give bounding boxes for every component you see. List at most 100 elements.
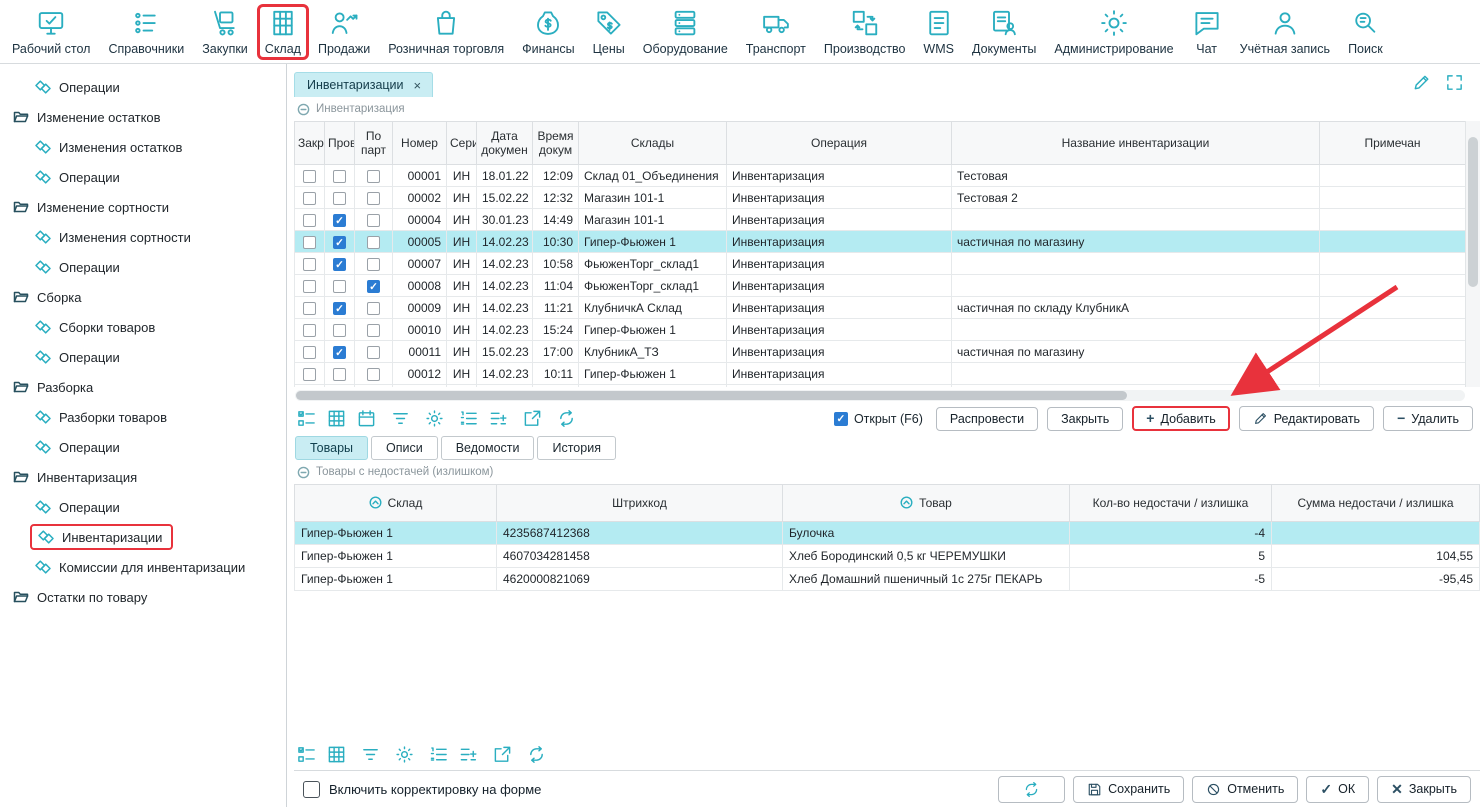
table-row[interactable]: Гипер-Фьюжен 14235687412368Булочка-4: [295, 522, 1480, 545]
column-header[interactable]: Закр: [295, 122, 325, 165]
filter-button[interactable]: [390, 408, 411, 429]
column-header[interactable]: Пров: [325, 122, 355, 165]
tree-item[interactable]: Операции: [0, 342, 286, 372]
table-row[interactable]: 00004ИН30.01.2314:49Магазин 101-1Инвента…: [295, 209, 1466, 231]
checkbox[interactable]: [367, 192, 380, 205]
refresh-button[interactable]: [556, 408, 577, 429]
nav-item-production[interactable]: Производство: [815, 3, 915, 61]
horizontal-scrollbar[interactable]: [295, 390, 1465, 401]
checkbox[interactable]: [333, 324, 346, 337]
open-external-button[interactable]: [492, 744, 513, 765]
checkbox[interactable]: [367, 302, 380, 315]
list-options-button[interactable]: [458, 744, 479, 765]
tab-statements[interactable]: Ведомости: [441, 436, 535, 460]
open-f6-checkbox[interactable]: Открыт (F6): [834, 412, 923, 426]
checkbox[interactable]: [303, 192, 316, 205]
collapse-minus-icon[interactable]: [297, 103, 310, 116]
nav-item-purchases[interactable]: Закупки: [193, 3, 257, 61]
column-header[interactable]: Товар: [783, 485, 1070, 522]
nav-item-account[interactable]: Учётная запись: [1231, 3, 1339, 61]
nav-item-finance[interactable]: Финансы: [513, 3, 583, 61]
settings-gear-button[interactable]: [394, 744, 415, 765]
table-grid-button[interactable]: [326, 408, 347, 429]
checkbox[interactable]: [303, 324, 316, 337]
tab-close-icon[interactable]: ×: [414, 79, 422, 92]
tab-history[interactable]: История: [537, 436, 615, 460]
nav-item-wms[interactable]: WMS: [914, 3, 963, 61]
expand-icon[interactable]: [1445, 73, 1464, 92]
cancel-button[interactable]: Отменить: [1192, 776, 1298, 803]
table-row[interactable]: 00002ИН15.02.2212:32Магазин 101-1Инвента…: [295, 187, 1466, 209]
table-row[interactable]: 00005ИН14.02.2310:30Гипер-Фьюжен 1Инвент…: [295, 231, 1466, 253]
checkbox[interactable]: [333, 346, 346, 359]
vertical-scrollbar[interactable]: [1465, 121, 1480, 387]
nav-item-desktop[interactable]: Рабочий стол: [3, 3, 99, 61]
tree-item[interactable]: Остатки по товару: [0, 582, 286, 612]
table-row[interactable]: 00001ИН18.01.2212:09Склад 01_Объединения…: [295, 165, 1466, 187]
table-row[interactable]: Гипер-Фьюжен 14620000821069Хлеб Домашний…: [295, 568, 1480, 591]
tree-item[interactable]: Операции: [0, 72, 286, 102]
checkbox[interactable]: [333, 170, 346, 183]
tree-item[interactable]: Разборки товаров: [0, 402, 286, 432]
tree-item[interactable]: Комиссии для инвентаризации: [0, 552, 286, 582]
tree-item[interactable]: Операции: [0, 432, 286, 462]
checkbox[interactable]: [367, 170, 380, 183]
numbered-list-button[interactable]: [458, 408, 479, 429]
settings-gear-button[interactable]: [424, 408, 445, 429]
nav-item-search[interactable]: Поиск: [1339, 3, 1392, 61]
checkbox[interactable]: [367, 368, 380, 381]
column-header[interactable]: Примечан: [1320, 122, 1466, 165]
checkbox[interactable]: [303, 236, 316, 249]
checkbox[interactable]: [333, 258, 346, 271]
list-options-button[interactable]: [488, 408, 509, 429]
nav-item-administration[interactable]: Администрирование: [1045, 3, 1182, 61]
add-button[interactable]: +Добавить: [1132, 406, 1229, 431]
nav-item-prices[interactable]: Цены: [584, 3, 634, 61]
tree-item[interactable]: Операции: [0, 492, 286, 522]
checkbox[interactable]: [303, 368, 316, 381]
delete-button[interactable]: −Удалить: [1383, 406, 1473, 431]
unpost-button[interactable]: Распровести: [936, 407, 1038, 431]
nav-item-equipment[interactable]: Оборудование: [634, 3, 737, 61]
column-header[interactable]: Операция: [727, 122, 952, 165]
column-header[interactable]: Склад: [295, 485, 497, 522]
checkbox[interactable]: [303, 302, 316, 315]
nav-item-sales[interactable]: Продажи: [309, 3, 379, 61]
nav-item-warehouse[interactable]: Склад: [257, 4, 309, 60]
refresh-button[interactable]: [998, 776, 1065, 803]
ok-button[interactable]: ✓ОК: [1306, 776, 1369, 803]
checkbox[interactable]: [303, 258, 316, 271]
checkbox[interactable]: [333, 302, 346, 315]
table-row[interactable]: 00011ИН15.02.2317:00КлубникА_ТЗИнвентари…: [295, 341, 1466, 363]
edit-button[interactable]: Редактировать: [1239, 406, 1374, 431]
checkbox[interactable]: [333, 214, 346, 227]
checkbox[interactable]: [367, 280, 380, 293]
column-header[interactable]: Сери: [447, 122, 477, 165]
open-external-button[interactable]: [522, 408, 543, 429]
tree-item[interactable]: Изменения сортности: [0, 222, 286, 252]
table-row[interactable]: 00012ИН14.02.2310:11Гипер-Фьюжен 1Инвент…: [295, 363, 1466, 385]
checkbox[interactable]: [333, 192, 346, 205]
checkbox[interactable]: [367, 324, 380, 337]
select-list-button[interactable]: [296, 744, 317, 765]
close-button[interactable]: ✕Закрыть: [1377, 776, 1471, 803]
table-row[interactable]: 00010ИН14.02.2315:24Гипер-Фьюжен 1Инвент…: [295, 319, 1466, 341]
scrollbar-thumb[interactable]: [1468, 137, 1478, 287]
checkbox[interactable]: [333, 368, 346, 381]
checkbox[interactable]: [367, 346, 380, 359]
tree-item-inventarizacii[interactable]: Инвентаризации: [0, 522, 286, 552]
adjust-on-form-checkbox[interactable]: Включить корректировку на форме: [303, 781, 541, 798]
column-header[interactable]: Кол-во недостачи / излишка: [1070, 485, 1272, 522]
column-header[interactable]: Название инвентаризации: [952, 122, 1320, 165]
scrollbar-thumb[interactable]: [296, 391, 1127, 400]
save-button[interactable]: Сохранить: [1073, 776, 1184, 803]
tree-item[interactable]: Изменение сортности: [0, 192, 286, 222]
checkbox[interactable]: [303, 170, 316, 183]
tree-item[interactable]: Операции: [0, 162, 286, 192]
tree-item[interactable]: Инвентаризация: [0, 462, 286, 492]
column-header[interactable]: Время докум: [533, 122, 579, 165]
table-row[interactable]: 00009ИН14.02.2311:21КлубничкА СкладИнвен…: [295, 297, 1466, 319]
checkbox[interactable]: [367, 258, 380, 271]
checkbox[interactable]: [367, 214, 380, 227]
column-header[interactable]: По парт: [355, 122, 393, 165]
